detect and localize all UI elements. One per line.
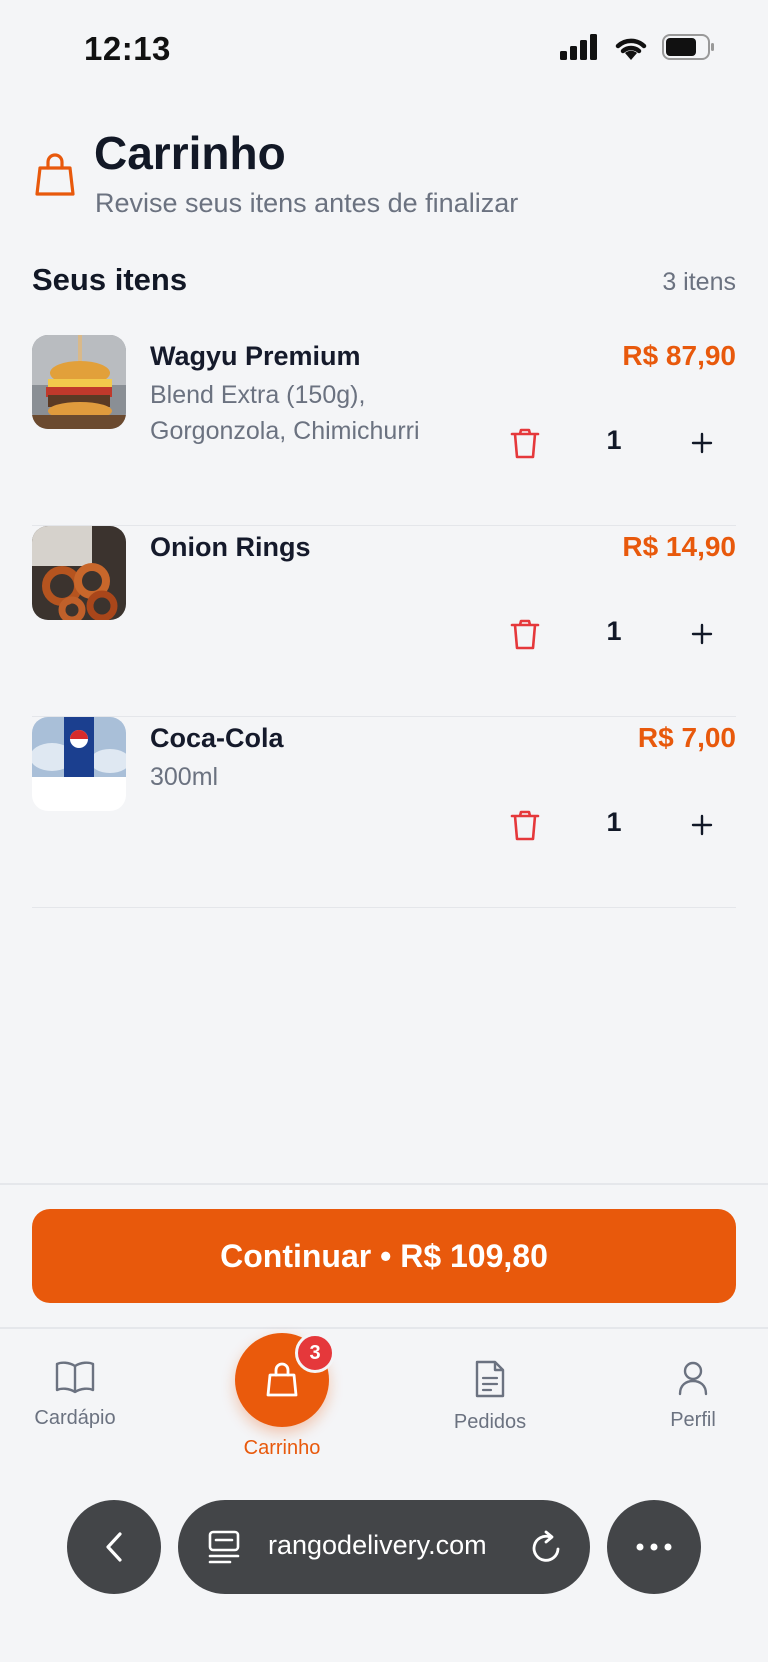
- battery-icon: [662, 34, 714, 60]
- plus-icon: [691, 814, 713, 836]
- nav-label: Cardápio: [34, 1407, 116, 1429]
- trash-icon: [510, 428, 540, 459]
- book-icon: [55, 1361, 95, 1394]
- item-name: Coca-Cola: [150, 723, 284, 753]
- remove-item-button[interactable]: [506, 614, 544, 654]
- item-description: 300ml: [150, 763, 219, 791]
- section-title: Seus itens: [32, 262, 188, 297]
- divider: [32, 907, 736, 908]
- soda-can-image: [32, 717, 126, 811]
- remove-item-button[interactable]: [506, 805, 544, 845]
- status-time: 12:13: [84, 30, 171, 67]
- item-name: Wagyu Premium: [150, 341, 361, 371]
- item-price: R$ 87,90: [622, 340, 736, 371]
- quantity-value: 1: [606, 807, 622, 837]
- page-title: Carrinho: [94, 127, 286, 179]
- nav-item-cardapio[interactable]: Cardápio: [0, 1360, 155, 1430]
- increase-quantity-button[interactable]: [682, 612, 722, 656]
- increase-quantity-button[interactable]: [682, 803, 722, 847]
- item-price: R$ 7,00: [637, 722, 736, 753]
- status-icons: [560, 34, 716, 60]
- tabs-icon: [208, 1530, 240, 1564]
- page-subtitle: Revise seus itens antes de finalizar: [95, 188, 519, 218]
- item-description: Blend Extra (150g), Gorgonzola, Chimichu…: [150, 381, 420, 445]
- browser-more-button[interactable]: [607, 1500, 701, 1594]
- nav-label: Pedidos: [453, 1411, 527, 1433]
- more-icon: [636, 1543, 672, 1551]
- plus-icon: [691, 432, 713, 454]
- increase-quantity-button[interactable]: [682, 421, 722, 465]
- quantity-stepper: 1: [506, 606, 736, 662]
- url-text: rangodelivery.com: [268, 1530, 487, 1560]
- quantity-stepper: 1: [506, 415, 736, 471]
- trash-icon: [510, 619, 540, 650]
- signal-icon: [560, 34, 597, 60]
- trash-icon: [510, 810, 540, 841]
- wifi-icon: [615, 38, 647, 60]
- bag-icon: [266, 1362, 298, 1397]
- browser-back-button[interactable]: [67, 1500, 161, 1594]
- divider: [0, 1327, 768, 1329]
- chevron-left-icon: [106, 1532, 122, 1562]
- remove-item-button[interactable]: [506, 423, 544, 463]
- nav-item-pedidos[interactable]: Pedidos: [410, 1360, 570, 1434]
- cart-item: Coca-Cola 300ml R$ 7,00 1: [32, 717, 736, 908]
- address-bar[interactable]: rangodelivery.com: [178, 1500, 590, 1594]
- nav-label: Carrinho: [243, 1437, 321, 1459]
- plus-icon: [691, 623, 713, 645]
- nav-label: Perfil: [670, 1409, 716, 1431]
- cart-item: Onion Rings R$ 14,90 1: [32, 526, 736, 717]
- continue-button[interactable]: Continuar • R$ 109,80: [32, 1209, 736, 1303]
- quantity-value: 1: [606, 425, 622, 455]
- quantity-value: 1: [606, 616, 622, 646]
- burger-image: [32, 335, 126, 429]
- quantity-stepper: 1: [506, 797, 736, 853]
- item-name: Onion Rings: [150, 532, 311, 562]
- cart-item: Wagyu Premium Blend Extra (150g), Gorgon…: [32, 335, 736, 526]
- user-icon: [678, 1361, 708, 1396]
- onion-rings-image: [32, 526, 126, 620]
- divider: [0, 1183, 768, 1185]
- item-count: 3 itens: [662, 268, 736, 296]
- nav-item-perfil[interactable]: Perfil: [613, 1360, 768, 1432]
- reload-icon[interactable]: [530, 1529, 564, 1565]
- shopping-bag-icon: [35, 153, 75, 196]
- document-icon: [475, 1360, 505, 1398]
- item-price: R$ 14,90: [622, 531, 736, 562]
- cart-badge: 3: [295, 1333, 335, 1373]
